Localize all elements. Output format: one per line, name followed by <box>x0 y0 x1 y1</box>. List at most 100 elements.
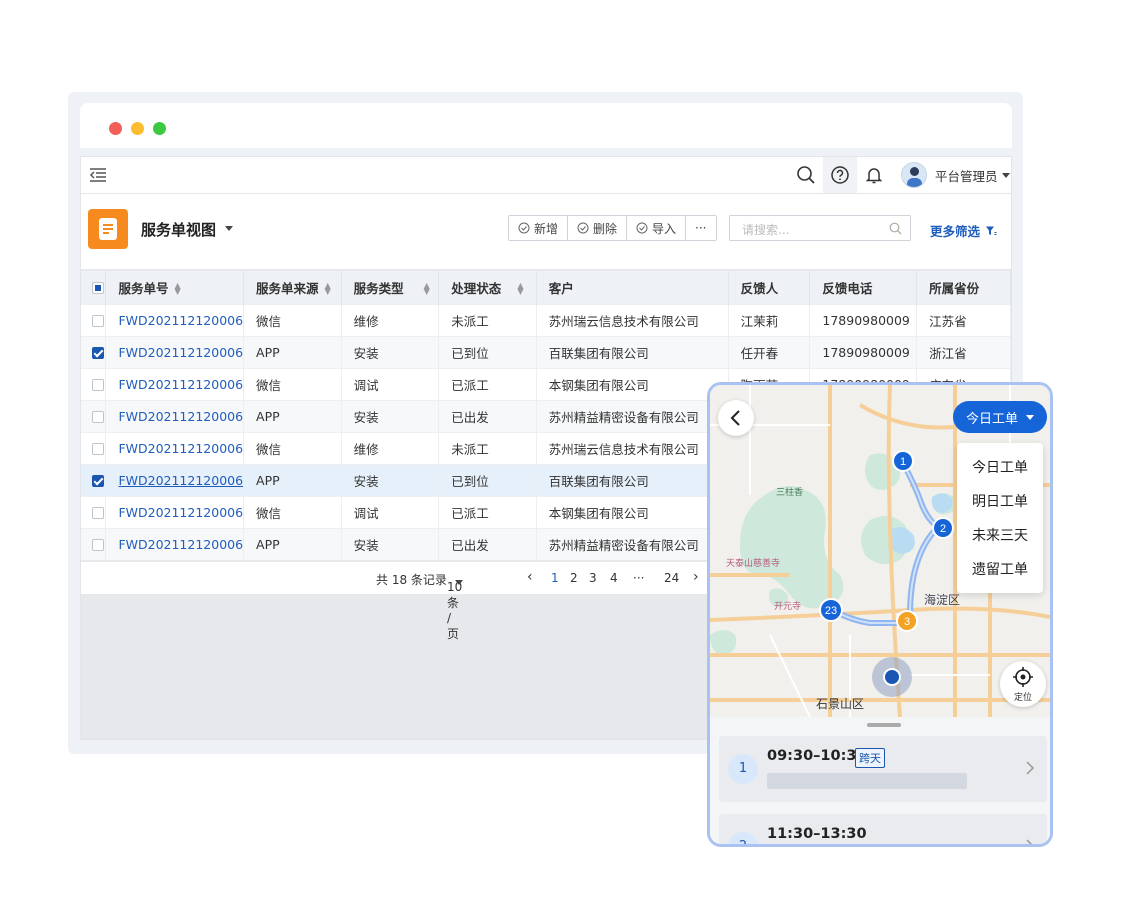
user-menu[interactable]: 平台管理员 <box>901 161 1010 189</box>
mobile-map-panel: 三柱香 天泰山慈善寺 开元寺 海淀区 石景山区 1 2 23 3 今日工单 今日… <box>707 382 1053 847</box>
close-dot[interactable] <box>109 122 122 135</box>
table-cell-customer: 百联集团有限公司 <box>536 335 729 368</box>
svg-text:2: 2 <box>940 523 946 535</box>
today-button-label: 今日工单 <box>965 411 1018 427</box>
row-checkbox[interactable] <box>92 507 104 519</box>
map-label-sanzhuxiang: 三柱香 <box>776 486 803 497</box>
table-cell-id[interactable]: FWD202112120006 <box>105 335 245 368</box>
help-icon[interactable] <box>823 157 857 193</box>
map-marker[interactable]: 3 <box>896 610 918 632</box>
row-checkbox[interactable] <box>92 411 104 423</box>
title-dropdown-icon[interactable] <box>225 226 233 231</box>
table-cell-province: 浙江省 <box>916 335 1011 368</box>
table-cell-id[interactable]: FWD202112120006 <box>105 367 245 400</box>
map-marker[interactable]: 1 <box>892 450 914 472</box>
table-cell-id[interactable]: FWD202112120006 <box>105 399 245 432</box>
table-cell-source: 微信 <box>243 431 342 464</box>
table-cell-customer: 苏州精益精密设备有限公司 <box>536 527 729 560</box>
row-checkbox-cell[interactable] <box>81 431 107 464</box>
table-cell-source: APP <box>243 399 342 432</box>
table-cell-id[interactable]: FWD202112120006 <box>105 495 245 528</box>
order-card[interactable]: 2 11:30–13:30 <box>719 814 1047 844</box>
table-cell-customer: 苏州精益精密设备有限公司 <box>536 399 729 432</box>
row-checkbox[interactable] <box>92 539 104 552</box>
chevron-down-icon <box>455 580 463 585</box>
more-button[interactable]: ··· <box>686 216 716 240</box>
search-icon[interactable] <box>789 157 823 193</box>
menu-collapse-icon[interactable] <box>89 167 107 183</box>
table-row[interactable]: FWD202112120006 APP 安装 已到位 百联集团有限公司 任开春 178909… <box>81 335 1011 368</box>
column-header[interactable]: 客户 <box>536 271 729 304</box>
table-cell-contact: 江茉莉 <box>728 303 811 336</box>
more-filter-button[interactable]: 更多筛选 <box>930 221 997 240</box>
table-cell-id[interactable]: FWD202112120006 <box>105 431 245 464</box>
minimize-dot[interactable] <box>131 122 144 135</box>
search-icon <box>889 222 902 235</box>
table-row[interactable]: FWD202112120006 微信 维修 未派工 苏州瑞云信息技术有限公司 江茉莉 178… <box>81 303 1011 336</box>
bell-icon[interactable] <box>857 157 891 193</box>
table-cell-id[interactable]: FWD202112120006 <box>105 303 245 336</box>
order-card[interactable]: 1 09:30–10:30 跨天 <box>719 736 1047 802</box>
row-checkbox-cell[interactable] <box>81 527 107 560</box>
table-cell-contact: 任开春 <box>728 335 811 368</box>
sort-icon: ▲ ▼ <box>324 281 331 297</box>
select-all-cell[interactable] <box>81 271 107 304</box>
table-cell-status: 已到位 <box>438 463 537 496</box>
row-checkbox-cell[interactable] <box>81 495 107 528</box>
page-2[interactable]: 2 <box>570 571 578 585</box>
table-cell-phone: 17890980009 <box>809 335 918 368</box>
chevron-right-icon <box>1026 839 1033 844</box>
column-header[interactable]: 服务单来源 ▲ ▼ <box>243 271 342 304</box>
page-1[interactable]: 1 <box>551 571 559 585</box>
search-input[interactable]: 请搜索... <box>729 215 911 241</box>
page-last[interactable]: 24 <box>664 571 679 585</box>
table-cell-id[interactable]: FWD202112120006 <box>105 463 245 496</box>
maximize-dot[interactable] <box>153 122 166 135</box>
page-title[interactable]: 服务单视图 <box>141 219 216 240</box>
row-checkbox-cell[interactable] <box>81 367 107 400</box>
column-header[interactable]: 反馈电话 <box>809 271 918 304</box>
next-page-icon[interactable]: › <box>693 569 699 585</box>
today-orders-button[interactable]: 今日工单 <box>953 401 1047 433</box>
table-cell-type: 安装 <box>341 399 440 432</box>
page-3[interactable]: 3 <box>589 571 597 585</box>
map[interactable]: 三柱香 天泰山慈善寺 开元寺 海淀区 石景山区 1 2 23 3 今日工单 今日… <box>710 385 1050 718</box>
row-checkbox[interactable] <box>92 475 104 487</box>
table-cell-id[interactable]: FWD202112120006 <box>105 527 245 560</box>
row-checkbox[interactable] <box>92 379 104 391</box>
table-cell-type: 安装 <box>341 335 440 368</box>
avatar <box>901 162 927 188</box>
drag-handle[interactable] <box>867 723 901 727</box>
column-header[interactable]: 服务单号 ▲ ▼ <box>105 271 245 304</box>
delete-button[interactable]: 删除 <box>568 216 628 240</box>
back-button[interactable] <box>718 400 754 436</box>
page-ellipsis[interactable]: ··· <box>633 571 644 585</box>
row-checkbox[interactable] <box>92 347 104 359</box>
row-checkbox-cell[interactable] <box>81 463 107 496</box>
row-checkbox[interactable] <box>92 443 104 455</box>
column-header[interactable]: 服务类型 ▲ ▼ <box>341 271 440 304</box>
table-cell-customer: 苏州瑞云信息技术有限公司 <box>536 303 729 336</box>
add-button[interactable]: 新增 <box>509 216 569 240</box>
dropdown-item[interactable]: 未来三天 <box>957 519 1043 553</box>
column-header[interactable]: 处理状态 ▲ ▼ <box>438 271 537 304</box>
column-header[interactable]: 反馈人 <box>728 271 811 304</box>
map-marker[interactable]: 2 <box>932 517 954 539</box>
prev-page-icon[interactable]: ‹ <box>527 569 533 585</box>
row-checkbox-cell[interactable] <box>81 303 107 336</box>
dropdown-item[interactable]: 明日工单 <box>957 485 1043 519</box>
map-marker[interactable]: 23 <box>819 598 843 622</box>
select-all-checkbox[interactable] <box>92 282 104 295</box>
import-button[interactable]: 导入 <box>627 216 687 240</box>
column-header[interactable]: 所属省份 <box>916 271 1011 304</box>
dropdown-item[interactable]: 遗留工单 <box>957 553 1043 587</box>
dropdown-item[interactable]: 今日工单 <box>957 451 1043 485</box>
table-cell-customer: 本钢集团有限公司 <box>536 367 729 400</box>
page-4[interactable]: 4 <box>610 571 618 585</box>
table-cell-source: APP <box>243 527 342 560</box>
locate-button[interactable]: 定位 <box>1000 661 1046 707</box>
row-checkbox[interactable] <box>92 315 104 327</box>
row-checkbox-cell[interactable] <box>81 399 107 432</box>
table-cell-status: 已派工 <box>438 367 537 400</box>
row-checkbox-cell[interactable] <box>81 335 107 368</box>
